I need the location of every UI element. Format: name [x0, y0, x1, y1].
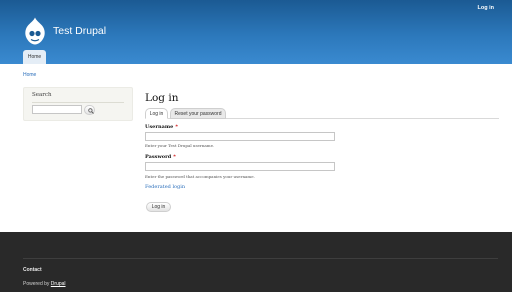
search-block: Search: [23, 87, 133, 121]
password-field[interactable]: [145, 162, 335, 171]
page-title: Log in: [145, 92, 179, 104]
search-input[interactable]: [32, 105, 82, 114]
required-marker: *: [173, 154, 176, 160]
search-block-divider: [32, 102, 124, 103]
username-label-text: Username: [145, 124, 174, 130]
search-button[interactable]: [84, 104, 95, 115]
header-login-link[interactable]: Log in: [478, 5, 495, 11]
drupal-link[interactable]: Drupal: [51, 281, 66, 287]
nav-tab-home[interactable]: Home: [23, 50, 46, 64]
site-footer: Contact Powered by Drupal: [0, 232, 512, 292]
password-label: Password *: [145, 154, 176, 160]
search-block-title: Search: [32, 92, 52, 98]
federated-login-link[interactable]: Federated login: [145, 184, 185, 190]
login-submit-button[interactable]: Log in: [146, 202, 171, 212]
username-label: Username *: [145, 124, 178, 130]
footer-divider: [23, 258, 498, 259]
breadcrumb-home[interactable]: Home: [23, 72, 36, 78]
site-header: Test Drupal Log in Home: [0, 0, 512, 64]
powered-by-text: Powered by: [23, 281, 50, 287]
password-description: Enter the password that accompanies your…: [145, 174, 255, 179]
footer-powered-by: Powered by Drupal: [23, 281, 66, 287]
tab-reset-password[interactable]: Reset your password: [170, 108, 226, 119]
site-name[interactable]: Test Drupal: [53, 25, 106, 37]
tab-log-in[interactable]: Log in: [145, 108, 168, 119]
footer-contact-link[interactable]: Contact: [23, 267, 42, 273]
search-icon: [87, 107, 94, 114]
password-label-text: Password: [145, 154, 172, 160]
required-marker: *: [175, 124, 178, 130]
username-field[interactable]: [145, 132, 335, 141]
username-description: Enter your Test Drupal username.: [145, 143, 215, 148]
drupal-logo[interactable]: [24, 17, 46, 45]
